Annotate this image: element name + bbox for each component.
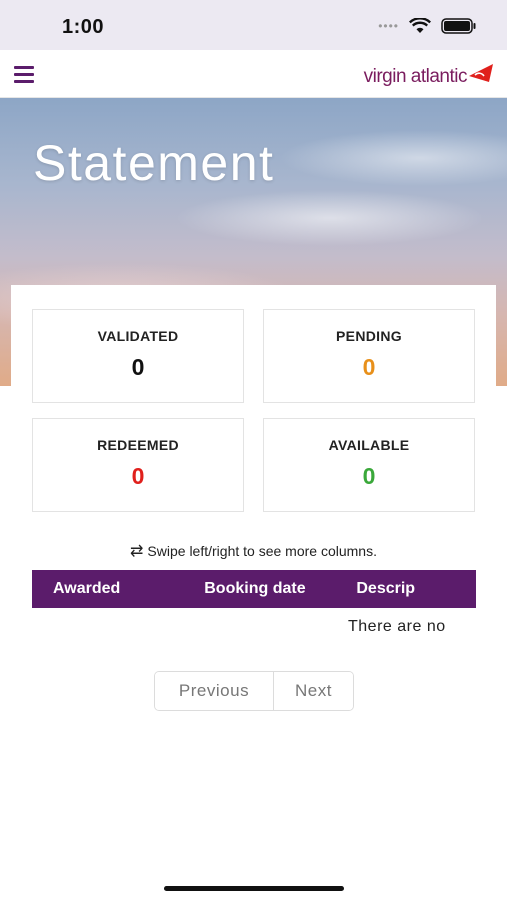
battery-icon: [441, 18, 476, 34]
stat-card-pending: PENDING 0: [263, 309, 475, 403]
status-time: 1:00: [62, 16, 105, 38]
table-header: Awarded Booking date Descrip: [32, 570, 476, 608]
home-indicator[interactable]: [164, 886, 344, 891]
stat-label: AVAILABLE: [328, 437, 410, 453]
status-icons: ••••: [378, 18, 477, 34]
swap-arrows-icon: ⇄: [130, 543, 144, 560]
swipe-hint: ⇄ Swipe left/right to see more columns.: [11, 541, 496, 561]
stat-label: VALIDATED: [97, 328, 179, 344]
column-header-description[interactable]: Descrip: [356, 580, 476, 598]
table-empty-row: There are no: [32, 608, 476, 646]
stat-value: 0: [131, 354, 145, 380]
stat-value: 0: [131, 463, 145, 489]
brand-wordmark: virgin atlantic: [363, 66, 468, 87]
stat-card-available: AVAILABLE 0: [263, 418, 475, 512]
statement-panel: VALIDATED 0 PENDING 0 REDEEMED 0 AVAILAB…: [11, 285, 496, 900]
stat-label: PENDING: [336, 328, 402, 344]
pagination: Previous Next: [154, 671, 354, 711]
previous-button[interactable]: Previous: [155, 672, 274, 710]
next-button[interactable]: Next: [274, 672, 353, 710]
brand-logo[interactable]: virgin atlantic: [364, 58, 495, 90]
column-header-booking-date[interactable]: Booking date: [204, 580, 356, 598]
page-title: Statement: [33, 135, 275, 191]
stat-value: 0: [362, 463, 376, 489]
stat-label: REDEEMED: [97, 437, 179, 453]
stat-card-validated: VALIDATED 0: [32, 309, 244, 403]
column-header-awarded[interactable]: Awarded: [32, 580, 204, 598]
virgin-logo-icon: [469, 64, 493, 82]
app-header: virgin atlantic: [0, 50, 507, 98]
stat-card-redeemed: REDEEMED 0: [32, 418, 244, 512]
empty-message: There are no: [348, 618, 446, 635]
statement-table[interactable]: Awarded Booking date Descrip There are n…: [32, 570, 476, 646]
stat-value: 0: [362, 354, 376, 380]
hamburger-menu-icon[interactable]: [14, 62, 44, 86]
swipe-hint-text: Swipe left/right to see more columns.: [147, 543, 377, 559]
signal-icon: ••••: [378, 19, 399, 33]
status-bar: 1:00 ••••: [0, 0, 507, 50]
wifi-icon: [409, 18, 431, 33]
